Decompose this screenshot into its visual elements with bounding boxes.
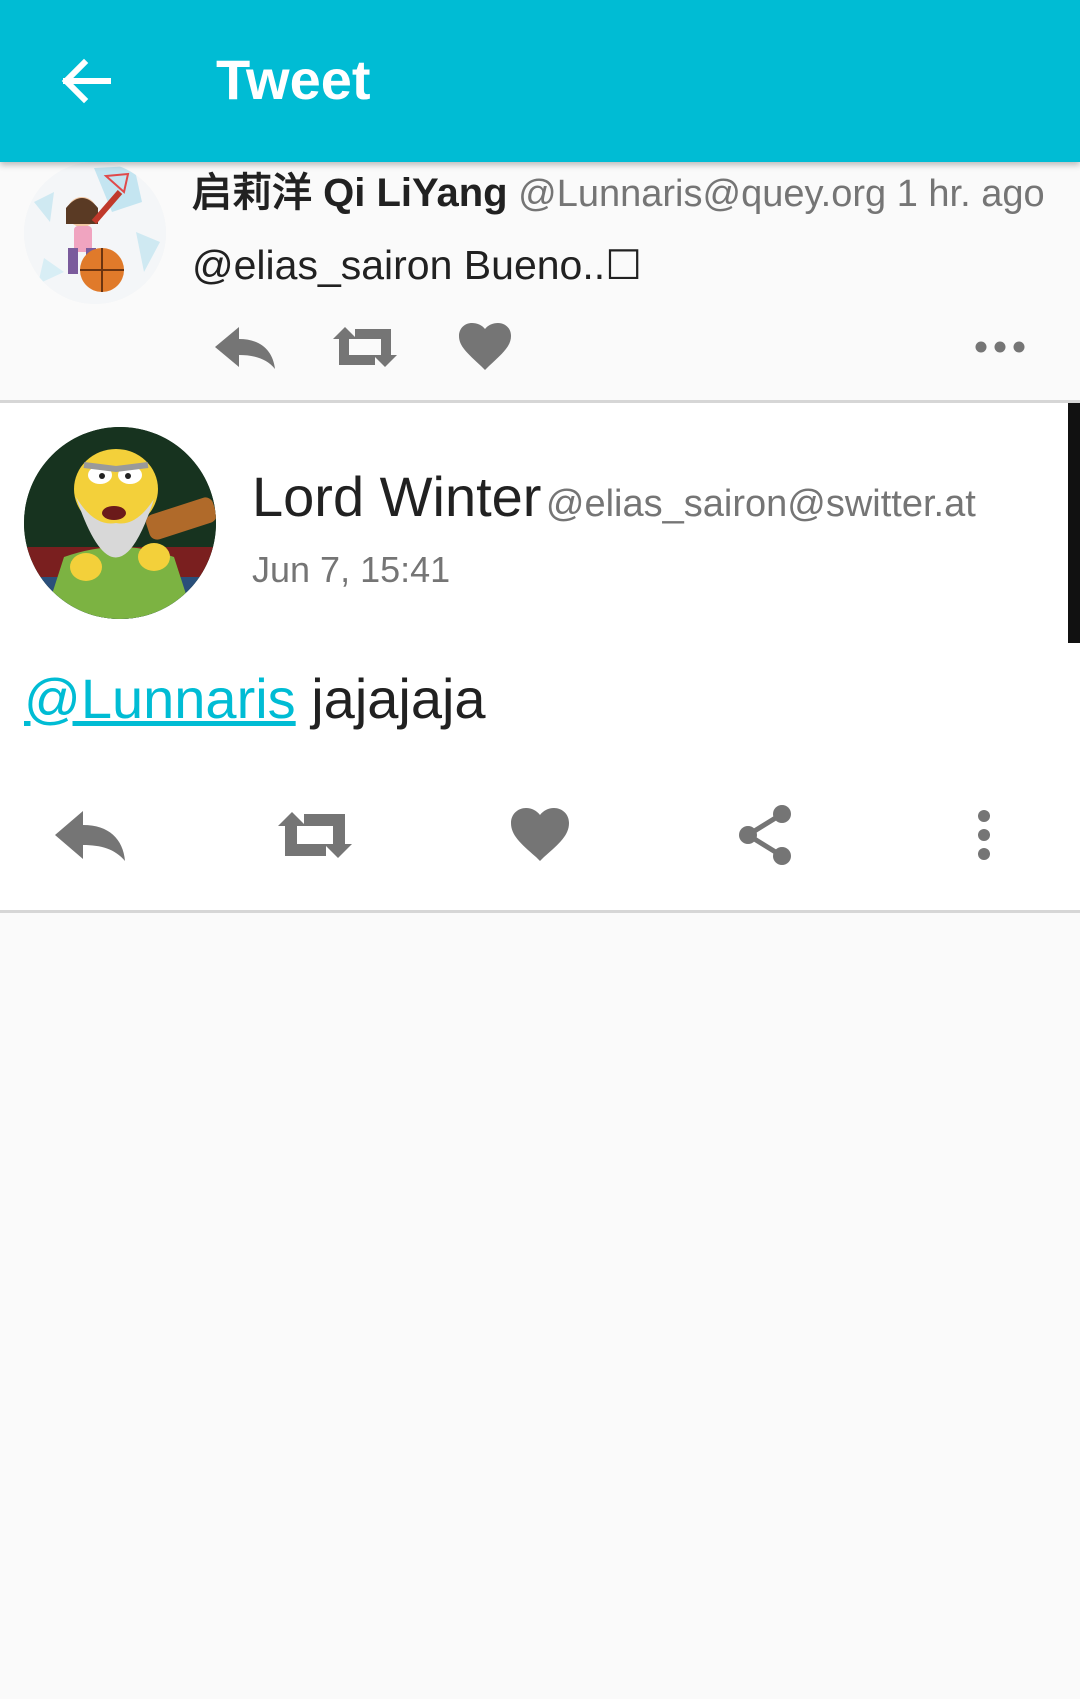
retweet-button[interactable]	[330, 312, 400, 382]
tweet-body: jajajaja	[311, 667, 486, 730]
avatar[interactable]	[24, 162, 166, 304]
avatar-image	[24, 162, 166, 304]
avatar-image	[24, 427, 216, 619]
scrollbar[interactable]	[1068, 403, 1080, 643]
more-options-button[interactable]	[934, 785, 1034, 885]
display-name[interactable]: 启莉洋 Qi LiYang	[192, 171, 508, 215]
more-vertical-icon	[978, 810, 990, 860]
share-icon	[739, 805, 791, 865]
reply-icon	[215, 327, 275, 369]
user-handle[interactable]: @elias_sairon@switter.at	[546, 483, 976, 525]
favorite-icon	[511, 808, 569, 861]
main-tweet-header: Lord Winter @elias_sairon@switter.at	[252, 461, 976, 548]
main-action-bar	[0, 785, 1080, 885]
reply-button[interactable]	[40, 785, 140, 885]
retweet-button[interactable]	[265, 785, 365, 885]
mention-link[interactable]: @Lunnaris	[24, 667, 296, 730]
parent-action-bar	[0, 312, 1080, 382]
page-title: Tweet	[216, 48, 371, 111]
retweet-icon	[333, 327, 397, 367]
favorite-icon	[459, 323, 511, 370]
timestamp: Jun 7, 15:41	[252, 549, 451, 590]
app-bar: Tweet	[0, 0, 1080, 162]
tweet-text: @Lunnaris jajajaja	[24, 663, 486, 735]
share-button[interactable]	[715, 785, 815, 885]
display-name[interactable]: Lord Winter	[252, 465, 541, 528]
reply-button[interactable]	[210, 312, 280, 382]
more-horizontal-icon	[975, 341, 1025, 353]
avatar[interactable]	[24, 427, 216, 619]
tweet-text: @elias_sairon Bueno..☐	[192, 242, 642, 288]
favorite-button[interactable]	[490, 785, 590, 885]
retweet-icon	[278, 812, 352, 858]
arrow-back-icon	[61, 58, 111, 104]
back-button[interactable]	[50, 50, 120, 112]
parent-tweet[interactable]: 启莉洋 Qi LiYang @Lunnaris@quey.org 1 hr. a…	[0, 162, 1080, 403]
main-tweet: Lord Winter @elias_sairon@switter.at Jun…	[0, 403, 1080, 913]
reply-icon	[55, 811, 125, 861]
favorite-button[interactable]	[450, 312, 520, 382]
parent-tweet-header: 启莉洋 Qi LiYang @Lunnaris@quey.org 1 hr. a…	[192, 168, 1045, 219]
timestamp: 1 hr. ago	[896, 173, 1045, 215]
user-handle[interactable]: @Lunnaris@quey.org	[518, 173, 886, 215]
more-options-button[interactable]	[965, 312, 1035, 382]
